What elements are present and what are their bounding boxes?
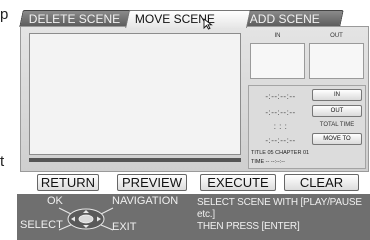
out-timecode: -:--:--:-- [265,108,296,117]
tab-move-scene[interactable]: MOVE SCENE [125,10,251,28]
editor-panel: IN OUT -:--:--:-- IN -:--:--:-- OUT : : … [20,26,369,172]
help-bar: OK NAVIGATION SELECT EXIT SELECT SCENE W… [17,194,370,240]
help-text: SELECT SCENE WITH [PLAY/PAUSE etc.] THEN… [197,197,369,233]
navigation-label: NAVIGATION [112,195,179,207]
edge-text-t: t [0,153,5,170]
execute-button[interactable]: EXECUTE [200,174,276,191]
in-timecode: -:--:--:-- [265,92,296,101]
in-thumb-label: IN [274,33,281,39]
help-line-2: THEN PRESS [ENTER] [197,221,300,232]
timecode-box: -:--:--:-- IN -:--:--:-- OUT : : : TOTAL… [248,85,366,169]
out-point-thumbnail [309,43,364,79]
preview-button[interactable]: PREVIEW [117,174,187,191]
clear-button[interactable]: CLEAR [284,174,359,191]
tab-bar: DELETE SCENE ADD SCENE MOVE SCENE [17,2,370,28]
edge-text-p: p [0,6,9,23]
out-button[interactable]: OUT [312,105,362,117]
return-button[interactable]: RETURN [37,174,99,191]
in-point-thumbnail [250,43,305,79]
help-line-1: SELECT SCENE WITH [PLAY/PAUSE etc.] [197,197,362,220]
exit-label: EXIT [112,221,137,233]
remote-dpad-icon [58,207,114,231]
video-preview-area [29,33,241,155]
tab-delete-scene[interactable]: DELETE SCENE [19,10,135,27]
move-to-button[interactable]: MOVE TO [312,133,362,145]
mouse-cursor-icon [203,18,213,30]
time-info: TIME -- --:--:-- [251,159,285,165]
title-chapter-info: TITLE 05 CHAPTER 01 [251,150,310,156]
action-button-row: RETURN PREVIEW EXECUTE CLEAR [17,173,370,193]
playback-progress-bar[interactable] [29,158,241,162]
scene-side-panel: IN OUT -:--:--:-- IN -:--:--:-- OUT : : … [248,31,366,171]
scene-edit-screen: DELETE SCENE ADD SCENE MOVE SCENE IN OUT… [17,0,370,240]
moveto-timecode: -:--:--:-- [265,136,296,145]
total-time-label: TOTAL TIME [319,122,355,128]
in-button[interactable]: IN [312,89,362,101]
total-timecode: : : : [273,122,288,131]
tab-add-scene[interactable]: ADD SCENE [240,10,344,27]
out-thumb-label: OUT [330,33,343,39]
